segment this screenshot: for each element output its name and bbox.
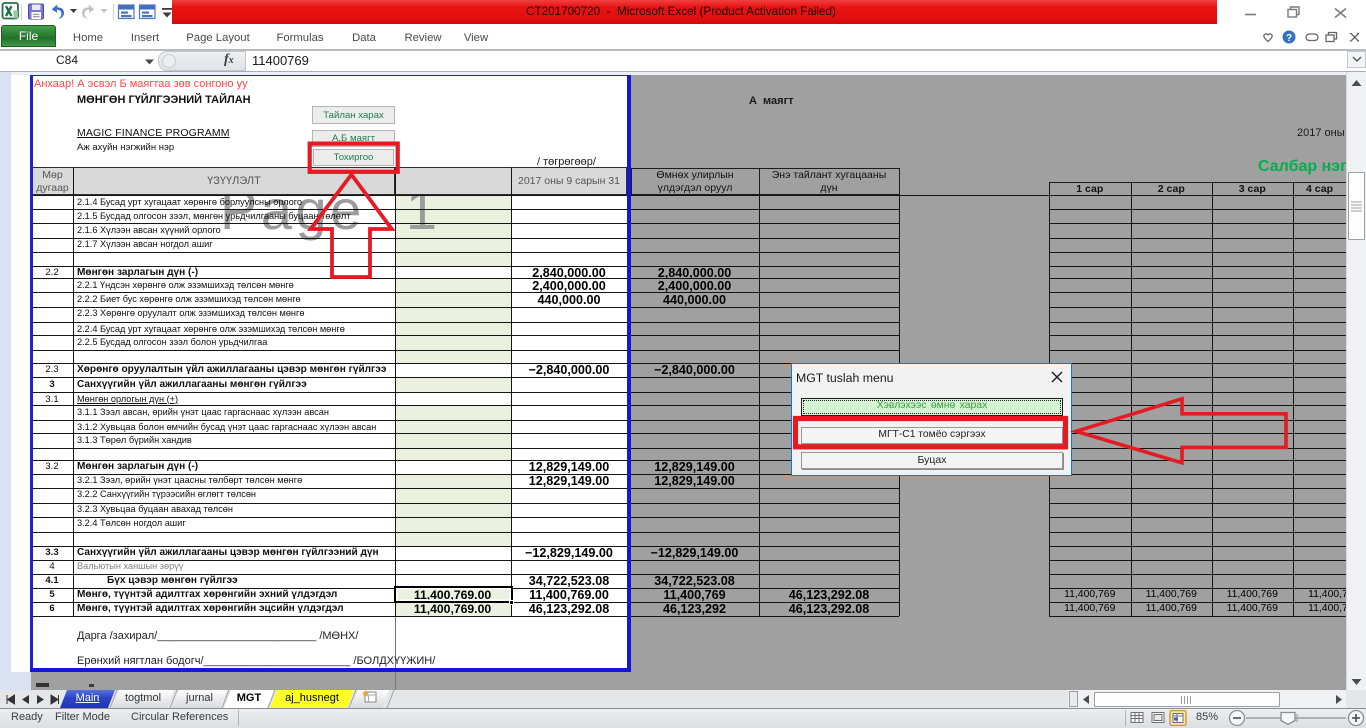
svg-text:?: ? (1286, 33, 1292, 44)
